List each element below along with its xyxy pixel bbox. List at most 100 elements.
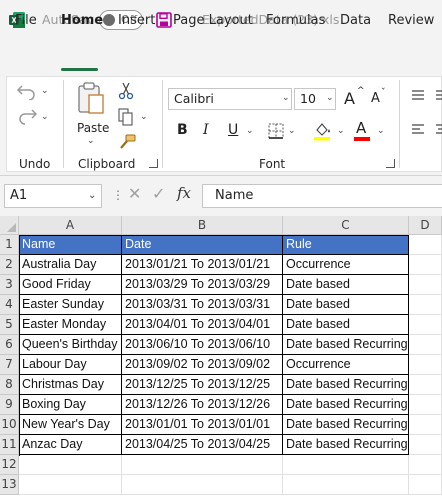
table-header-cell[interactable]: Name (19, 235, 122, 255)
tab-insert[interactable]: Insert (118, 13, 155, 28)
borders-dropdown-icon[interactable]: ⌄ (288, 126, 296, 136)
table-cell[interactable]: Occurrence (283, 255, 409, 275)
font-name-dropdown-icon[interactable]: ⌄ (282, 93, 290, 103)
fill-color-icon[interactable] (313, 121, 331, 141)
underline-dropdown-icon[interactable]: ⌄ (246, 126, 254, 136)
insert-function-button[interactable]: fx (177, 184, 191, 202)
tab-formulas[interactable]: Formulas (266, 13, 325, 28)
column-header-d[interactable]: D (409, 216, 442, 235)
row-header-5[interactable]: 5 (0, 315, 19, 335)
table-cell[interactable]: 2013/01/01 To 2013/01/01 (122, 415, 283, 435)
top-align-icon[interactable] (410, 88, 442, 104)
redo-dropdown-icon[interactable]: ⌄ (41, 112, 49, 122)
column-header-a[interactable]: A (19, 216, 122, 235)
cell[interactable] (122, 455, 283, 475)
cell[interactable] (409, 355, 442, 375)
font-size-dropdown-icon[interactable]: ⌄ (326, 93, 334, 103)
table-cell[interactable]: Date based Recurring (283, 335, 409, 355)
table-cell[interactable]: 2013/12/26 To 2013/12/26 (122, 395, 283, 415)
copy-icon[interactable] (118, 108, 134, 126)
font-color-dropdown-icon[interactable]: ⌄ (377, 126, 385, 136)
table-cell[interactable]: Easter Sunday (19, 295, 122, 315)
table-header-cell[interactable]: Date (122, 235, 283, 255)
table-cell[interactable]: Occurrence (283, 355, 409, 375)
redo-icon[interactable] (16, 108, 38, 126)
table-cell[interactable]: 2013/04/01 To 2013/04/01 (122, 315, 283, 335)
table-cell[interactable]: 2013/03/29 To 2013/03/29 (122, 275, 283, 295)
table-cell[interactable]: Anzac Day (19, 435, 122, 455)
table-cell[interactable]: Date based (283, 295, 409, 315)
table-cell[interactable]: 2013/06/10 To 2013/06/10 (122, 335, 283, 355)
cut-icon[interactable] (118, 82, 134, 100)
tab-home[interactable]: Home (61, 13, 103, 28)
row-header-4[interactable]: 4 (0, 295, 19, 315)
increase-font-size-button[interactable]: A (344, 89, 355, 108)
cell[interactable] (409, 375, 442, 395)
tab-page-layout[interactable]: Page Layout (173, 13, 253, 28)
column-header-c[interactable]: C (283, 216, 409, 235)
cell[interactable] (409, 275, 442, 295)
cell[interactable] (409, 455, 442, 475)
save-icon[interactable] (156, 12, 172, 28)
cell[interactable] (19, 475, 122, 495)
decrease-font-size-button[interactable]: A (371, 91, 380, 106)
row-header-1[interactable]: 1 (0, 235, 19, 255)
tab-data[interactable]: Data (340, 13, 371, 28)
align-left-icon[interactable] (410, 122, 442, 138)
font-color-button[interactable]: A (356, 119, 366, 137)
more-options-icon[interactable]: ⋮ (112, 188, 124, 202)
table-cell[interactable]: 2013/12/25 To 2013/12/25 (122, 375, 283, 395)
table-cell[interactable]: New Year's Day (19, 415, 122, 435)
row-header-3[interactable]: 3 (0, 275, 19, 295)
row-header-13[interactable]: 13 (0, 475, 19, 495)
cell[interactable] (409, 395, 442, 415)
table-cell[interactable]: Date based (283, 275, 409, 295)
cell[interactable] (283, 475, 409, 495)
table-cell[interactable]: Labour Day (19, 355, 122, 375)
cell[interactable] (409, 295, 442, 315)
clipboard-launcher-icon[interactable] (149, 159, 158, 168)
table-cell[interactable]: Australia Day (19, 255, 122, 275)
format-painter-icon[interactable] (118, 134, 136, 150)
table-cell[interactable]: Easter Monday (19, 315, 122, 335)
font-launcher-icon[interactable] (386, 159, 395, 168)
cell[interactable] (409, 435, 442, 455)
paste-icon[interactable] (76, 82, 106, 116)
paste-label[interactable]: Paste (77, 121, 109, 135)
column-header-b[interactable]: B (122, 216, 283, 235)
cancel-entry-icon[interactable]: ✕ (128, 184, 141, 203)
table-cell[interactable]: Date based Recurring (283, 435, 409, 455)
row-header-9[interactable]: 9 (0, 395, 19, 415)
fill-color-dropdown-icon[interactable]: ⌄ (337, 126, 345, 136)
table-cell[interactable]: Date based Recurring (283, 375, 409, 395)
undo-icon[interactable] (16, 82, 38, 100)
row-header-8[interactable]: 8 (0, 375, 19, 395)
table-cell[interactable]: Christmas Day (19, 375, 122, 395)
cell[interactable] (409, 475, 442, 495)
paste-dropdown-icon[interactable]: ⌄ (87, 136, 95, 146)
font-name-select[interactable]: Calibri (168, 88, 292, 110)
row-header-7[interactable]: 7 (0, 355, 19, 375)
row-header-10[interactable]: 10 (0, 415, 19, 435)
row-header-11[interactable]: 11 (0, 435, 19, 455)
row-header-12[interactable]: 12 (0, 455, 19, 475)
table-cell[interactable]: 2013/04/25 To 2013/04/25 (122, 435, 283, 455)
confirm-entry-icon[interactable]: ✓ (152, 184, 165, 203)
table-cell[interactable]: Queen's Birthday (19, 335, 122, 355)
name-box-dropdown-icon[interactable]: ⌄ (88, 190, 96, 201)
undo-dropdown-icon[interactable]: ⌄ (41, 86, 49, 96)
table-cell[interactable]: 2013/09/02 To 2013/09/02 (122, 355, 283, 375)
underline-button[interactable]: U (228, 122, 238, 138)
cell[interactable] (409, 335, 442, 355)
row-header-6[interactable]: 6 (0, 335, 19, 355)
table-header-cell[interactable]: Rule (283, 235, 409, 255)
cell[interactable] (409, 415, 442, 435)
cell[interactable] (409, 235, 442, 255)
table-cell[interactable]: Boxing Day (19, 395, 122, 415)
cell[interactable] (409, 255, 442, 275)
table-cell[interactable]: 2013/01/21 To 2013/01/21 (122, 255, 283, 275)
cell[interactable] (283, 455, 409, 475)
table-cell[interactable]: Date based Recurring (283, 415, 409, 435)
cell[interactable] (122, 475, 283, 495)
table-cell[interactable]: Date based (283, 315, 409, 335)
